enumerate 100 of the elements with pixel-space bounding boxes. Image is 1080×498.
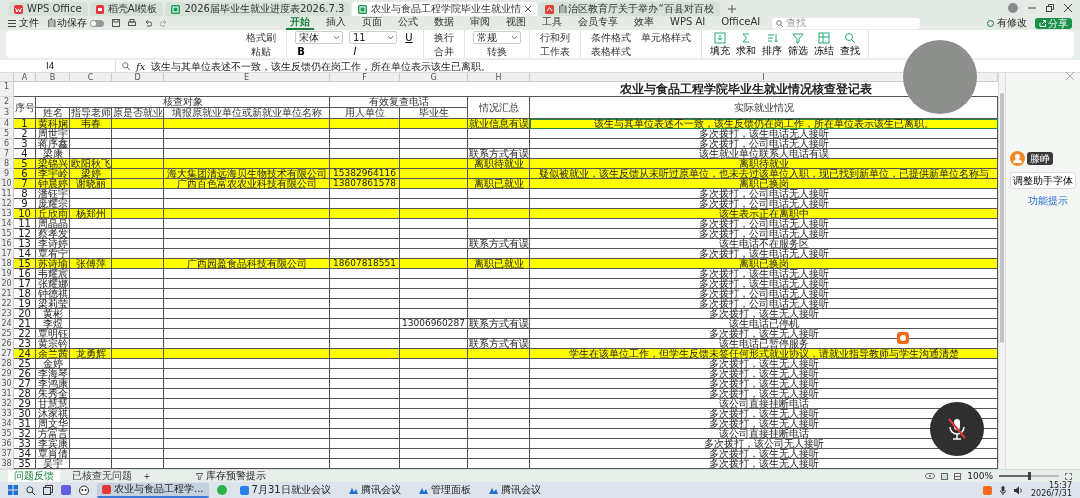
format-button[interactable]: I (349, 45, 361, 57)
close-icon[interactable] (525, 6, 532, 12)
mic-icon[interactable] (999, 485, 1006, 495)
changes-button[interactable]: 有修改 (987, 17, 1027, 30)
ribbon-button[interactable]: 单元格样式 (639, 31, 693, 43)
ribbon-tab[interactable]: 会员专享 (574, 16, 622, 31)
formula-field[interactable]: 该生与其单位表述不一致，该生反馈仍在岗工作，所在单位表示该生已离职。 (151, 60, 492, 72)
ribbon-button[interactable]: 冻结 (814, 32, 834, 57)
save-icon[interactable] (112, 19, 120, 28)
dropdown-field[interactable]: 常规 (473, 30, 521, 44)
plus-icon[interactable] (727, 5, 736, 13)
row-number[interactable]: 26 (0, 339, 14, 349)
row-number[interactable]: 8 (0, 159, 14, 169)
row-number[interactable]: 3 (0, 108, 14, 119)
window-tab[interactable]: 2026届毕业生就业进度表2026.7.3 (165, 2, 351, 16)
ribbon-tab[interactable]: OfficeAI (717, 16, 765, 31)
ribbon-button[interactable]: 查找 (840, 32, 860, 57)
row-number[interactable]: 32 (0, 399, 14, 409)
taskbar-item[interactable]: 7月31日就业会议 (234, 482, 336, 498)
format-button[interactable]: B (295, 45, 307, 57)
row-number[interactable]: 27 (0, 349, 14, 359)
avatar-icon[interactable] (1008, 3, 1018, 13)
row-number[interactable]: 16 (0, 239, 14, 249)
window-tab[interactable]: WPS Office (8, 2, 88, 16)
warning-hint[interactable]: 库存预警提示 (195, 470, 266, 482)
name-box[interactable]: I4 (6, 60, 116, 72)
row-number[interactable]: 15 (0, 229, 14, 239)
row-number[interactable]: 11 (0, 189, 14, 199)
ribbon-button[interactable]: 条件格式 (589, 31, 633, 43)
column-header[interactable]: G (430, 73, 437, 82)
ribbon-button[interactable]: 排序 (762, 32, 782, 57)
row-number[interactable]: 7 (0, 149, 14, 159)
row-number[interactable]: 9 (0, 169, 14, 179)
ribbon-button[interactable]: 填充 (710, 32, 730, 57)
function-label[interactable]: fx (136, 60, 146, 72)
page-view-icon[interactable] (954, 472, 962, 480)
ribbon-button[interactable]: 粘贴 (244, 45, 278, 57)
undo-icon[interactable] (144, 19, 152, 28)
row-number[interactable]: 22 (0, 299, 14, 309)
row-number[interactable]: 25 (0, 329, 14, 339)
row-number[interactable]: 35 (0, 429, 14, 439)
row-number[interactable]: 13 (0, 209, 14, 219)
window-tab[interactable]: 自治区教育厅关于举办“百县对百校 (539, 2, 720, 16)
row-number[interactable]: 17 (0, 249, 14, 259)
row-number[interactable]: 21 (0, 289, 14, 299)
file-menu[interactable]: 文件 (8, 17, 39, 30)
add-sheet-button[interactable]: + (144, 470, 150, 482)
row-number[interactable]: 23 (0, 309, 14, 319)
column-header[interactable]: I (762, 73, 765, 82)
ribbon-button[interactable]: 合并 (432, 45, 456, 57)
app-icon[interactable] (61, 485, 71, 495)
column-header[interactable]: C (87, 73, 94, 82)
ribbon-tab[interactable]: 审阅 (466, 16, 494, 31)
row-number[interactable]: 30 (0, 379, 14, 389)
ribbon-tab[interactable]: 插入 (322, 16, 350, 31)
ribbon-button[interactable]: 表格样式 (589, 45, 633, 57)
row-number[interactable]: 1 (0, 82, 14, 97)
fullscreen-icon[interactable] (1065, 472, 1072, 480)
row-number[interactable]: 36 (0, 439, 14, 449)
grid-view-icon[interactable] (941, 472, 949, 480)
sheet-tab[interactable]: 已核查无问题 (66, 470, 138, 482)
dropdown-field[interactable]: 11 (349, 30, 397, 44)
row-number[interactable]: 6 (0, 139, 14, 149)
zoom-icon[interactable] (122, 62, 130, 71)
print-icon[interactable] (128, 19, 136, 28)
restore-icon[interactable] (1046, 4, 1054, 12)
search-icon[interactable] (26, 485, 35, 495)
taskbar-item[interactable]: 腾讯会议 (343, 482, 406, 498)
ribbon-tab[interactable]: 数据 (430, 16, 458, 31)
row-number[interactable]: 14 (0, 219, 14, 229)
taskbar-item[interactable]: 腾讯会议 (483, 482, 546, 498)
ribbon-tab[interactable]: 页面 (358, 16, 386, 31)
row-number[interactable]: 28 (0, 359, 14, 369)
ribbon-button[interactable]: 行和列 (538, 31, 572, 43)
ribbon-button[interactable]: 转换 (473, 45, 521, 57)
row-number[interactable]: 37 (0, 449, 14, 459)
ribbon-tab[interactable]: WPS AI (666, 16, 710, 31)
row-number[interactable]: 33 (0, 409, 14, 419)
window-stack-icon[interactable] (43, 485, 53, 495)
row-number[interactable]: 31 (0, 389, 14, 399)
sheet-tab[interactable]: 问题反馈 (8, 469, 60, 483)
panda-icon[interactable] (79, 485, 89, 495)
row-number[interactable]: 5 (0, 129, 14, 139)
row-number[interactable]: 12 (0, 199, 14, 209)
ribbon-button[interactable]: 换行 (432, 31, 456, 43)
autosave-toggle[interactable] (90, 19, 104, 27)
column-header[interactable]: F (362, 73, 367, 82)
row-number[interactable]: 19 (0, 269, 14, 279)
row-number[interactable]: 10 (0, 179, 14, 189)
ribbon-button[interactable]: 格式刷 (244, 31, 278, 43)
share-button[interactable]: 分享 (1035, 17, 1072, 29)
ribbon-button[interactable]: 工作表 (538, 45, 572, 57)
row-number[interactable]: 29 (0, 369, 14, 379)
close-icon[interactable] (1064, 4, 1072, 12)
tips-link[interactable]: 功能提示 (1010, 195, 1076, 206)
row-number[interactable]: 24 (0, 319, 14, 329)
ribbon-tab[interactable]: 效率 (630, 16, 658, 31)
taskbar-item[interactable]: 管理面板 (413, 482, 476, 498)
font-size-button[interactable]: 调整助手字体 (1010, 172, 1076, 189)
row-number[interactable]: 34 (0, 419, 14, 429)
